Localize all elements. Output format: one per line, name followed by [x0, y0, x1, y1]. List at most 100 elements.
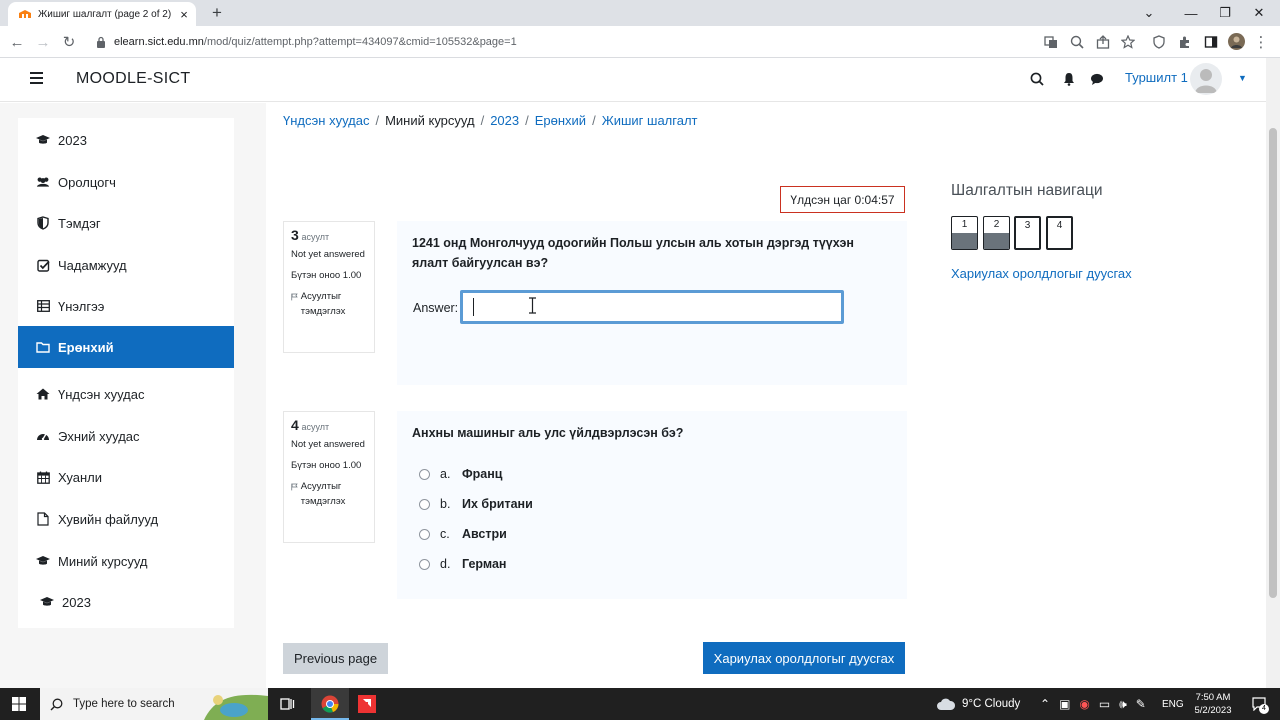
browser-tab-strip: Жишиг шалгалт (page 2 of 2) × + ⌄ — ❐ ✕	[0, 0, 1280, 26]
sidebar-item-private-files[interactable]: Хувийн файлууд	[18, 498, 234, 540]
address-bar[interactable]: elearn.sict.edu.mn/mod/quiz/attempt.php?…	[90, 31, 1150, 53]
browser-tab[interactable]: Жишиг шалгалт (page 2 of 2) ×	[8, 2, 196, 26]
sidebar-item-dashboard[interactable]: Эхний хуудас	[18, 415, 234, 457]
home-icon	[36, 387, 50, 401]
new-tab-button[interactable]: +	[207, 3, 227, 23]
sidebar-item-calendar[interactable]: Хуанли	[18, 456, 234, 498]
tab-close-icon[interactable]: ×	[176, 7, 192, 22]
network-icon[interactable]: ▭	[1099, 697, 1110, 711]
quiz-nav-button-2[interactable]: 2	[983, 216, 1010, 250]
radio-button[interactable]	[419, 468, 430, 480]
user-menu-caret-icon[interactable]: ▼	[1238, 73, 1247, 83]
amd-app-icon[interactable]	[358, 695, 376, 713]
flag-icon	[291, 483, 298, 491]
breadcrumb-quiz[interactable]: Жишиг шалгалт	[602, 113, 698, 128]
sidebar-item-grades[interactable]: Үнэлгээ	[18, 285, 234, 327]
users-icon	[36, 175, 50, 189]
site-name[interactable]: MOODLE-SICT	[76, 70, 190, 88]
graduation-cap-icon	[40, 595, 54, 609]
radio-button[interactable]	[419, 558, 430, 570]
quiz-nav-button-1[interactable]: 1	[951, 216, 978, 250]
notification-count: 4	[1259, 704, 1269, 714]
extensions-icon[interactable]	[1178, 35, 1192, 49]
finish-attempt-button[interactable]: Хариулах оролдлогыг дуусгах	[703, 642, 905, 674]
browser-menu-icon[interactable]: ⋮	[1252, 33, 1270, 51]
flag-question-link[interactable]: Асуултыг тэмдэглэх	[291, 289, 367, 319]
notification-center-icon[interactable]: 4	[1252, 697, 1269, 714]
breadcrumb-2023[interactable]: 2023	[490, 113, 519, 128]
sidebar-item-label: Үнэлгээ	[58, 298, 105, 314]
windows-start-icon[interactable]	[12, 697, 26, 711]
windows-taskbar: Type here to search 9°C Cloudy ⌃ ▣ ◉ ▭ 🕪…	[0, 688, 1280, 720]
sidebar-item-course-2023[interactable]: 2023	[18, 581, 234, 623]
breadcrumb-general[interactable]: Ерөнхий	[535, 113, 586, 128]
sidebar-item-general[interactable]: Ерөнхий	[18, 326, 234, 368]
answered-indicator	[984, 233, 1009, 249]
hamburger-menu-icon[interactable]	[30, 72, 43, 84]
sidebar-item-competencies[interactable]: Чадамжууд	[18, 244, 234, 286]
sidebar-item-participants[interactable]: Оролцогч	[18, 161, 234, 203]
sidebar-item-my-courses[interactable]: Миний курсууд	[18, 540, 234, 582]
answer-input[interactable]	[460, 290, 844, 324]
taskbar-chrome-button[interactable]	[311, 688, 349, 720]
reload-icon[interactable]: ↻	[60, 33, 78, 51]
minimize-icon[interactable]: —	[1176, 0, 1206, 26]
taskbar-search-placeholder: Type here to search	[73, 698, 175, 710]
answer-option-b[interactable]: b. Их британи	[419, 497, 533, 511]
language-indicator[interactable]: ENG	[1162, 688, 1184, 720]
sidebar-item-label: Оролцогч	[58, 174, 116, 190]
share-icon[interactable]	[1096, 35, 1110, 49]
maximize-icon[interactable]: ❐	[1210, 0, 1240, 26]
shield-extension-icon[interactable]	[1152, 35, 1166, 49]
task-view-icon[interactable]	[280, 697, 295, 711]
sidebar-item-site-home[interactable]: Үндсэн хуудас	[18, 373, 234, 415]
scrollbar-thumb[interactable]	[1269, 128, 1277, 598]
tray-app-icon[interactable]: ▣	[1059, 697, 1070, 711]
sidepanel-icon[interactable]	[1204, 35, 1218, 49]
radio-button[interactable]	[419, 498, 430, 510]
breadcrumb-site-home[interactable]: Үндсэн хуудас	[283, 113, 369, 128]
clock[interactable]: 7:50 AM 5/2/2023	[1192, 691, 1234, 717]
pen-icon[interactable]: ✎	[1136, 697, 1146, 711]
window-close-icon[interactable]: ✕	[1244, 0, 1274, 26]
sidebar-item-badges[interactable]: Тэмдэг	[18, 202, 234, 244]
translate-icon[interactable]	[1044, 35, 1058, 49]
question-number: 4	[291, 417, 299, 433]
sidebar-item-label: Хувийн файлууд	[58, 511, 159, 527]
page-scrollbar[interactable]	[1266, 58, 1280, 688]
answer-option-c[interactable]: c. Австри	[419, 527, 507, 541]
user-avatar[interactable]	[1190, 63, 1222, 95]
zoom-icon[interactable]	[1070, 35, 1084, 49]
sidebar-item-label: Миний курсууд	[58, 553, 148, 569]
quiz-nav-button-3[interactable]: 3	[1014, 216, 1041, 250]
previous-page-button[interactable]: Previous page	[283, 643, 388, 674]
calendar-icon	[36, 470, 50, 484]
quiz-nav-button-4[interactable]: 4	[1046, 216, 1073, 250]
sidebar-item-label: 2023	[62, 594, 91, 610]
user-name[interactable]: Туршилт 1	[1125, 70, 1188, 85]
answer-option-d[interactable]: d. Герман	[419, 557, 506, 571]
forward-icon[interactable]: →	[34, 33, 52, 51]
flag-question-link[interactable]: Асуултыг тэмдэглэх	[291, 479, 367, 509]
weather-widget[interactable]: 9°C Cloudy	[936, 688, 1020, 720]
back-icon[interactable]: ←	[8, 33, 26, 51]
tray-recording-icon[interactable]: ◉	[1079, 697, 1089, 711]
answer-option-a[interactable]: a. Франц	[419, 467, 503, 481]
taskbar-search-box[interactable]: Type here to search	[40, 688, 268, 720]
tab-search-icon[interactable]: ⌄	[1126, 0, 1172, 26]
breadcrumb-separator: /	[375, 113, 380, 128]
chrome-icon	[321, 695, 339, 713]
messages-icon[interactable]	[1090, 72, 1104, 86]
notification-bell-icon[interactable]	[1062, 72, 1076, 86]
search-icon[interactable]	[1030, 72, 1044, 86]
tray-expand-icon[interactable]: ⌃	[1040, 697, 1050, 711]
finish-attempt-link[interactable]: Хариулах оролдлогыг дуусгах	[951, 266, 1132, 281]
bookmark-star-icon[interactable]	[1121, 35, 1135, 49]
question-number: 3	[291, 227, 299, 243]
sidebar-item-2023[interactable]: 2023	[18, 119, 234, 161]
radio-button[interactable]	[419, 528, 430, 540]
sidebar-item-label: Чадамжууд	[58, 257, 127, 273]
breadcrumb: Үндсэн хуудас / Миний курсууд / 2023 / Ерөн…	[283, 113, 697, 128]
profile-avatar-icon[interactable]	[1228, 33, 1245, 50]
volume-icon[interactable]: 🕪	[1119, 697, 1127, 712]
